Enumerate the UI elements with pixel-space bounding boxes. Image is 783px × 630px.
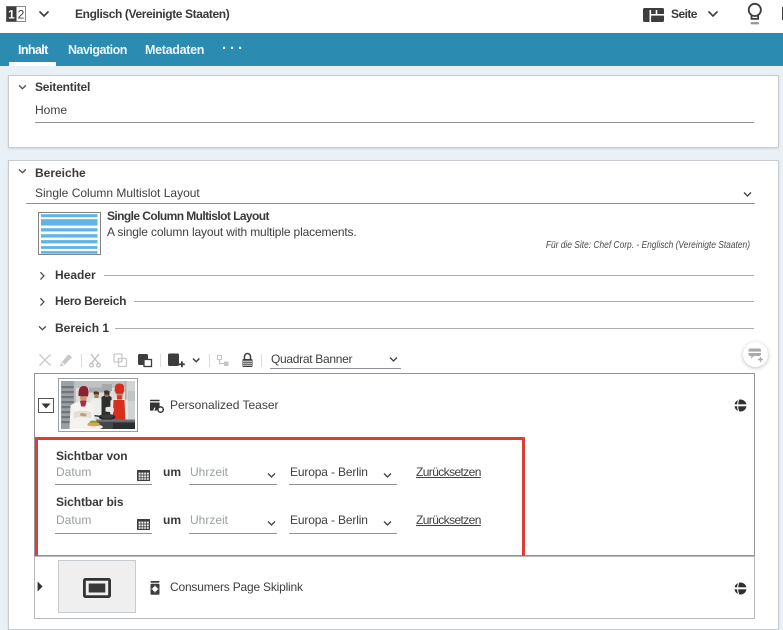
svg-text:2: 2	[18, 8, 25, 22]
svg-text:1: 1	[8, 8, 15, 22]
